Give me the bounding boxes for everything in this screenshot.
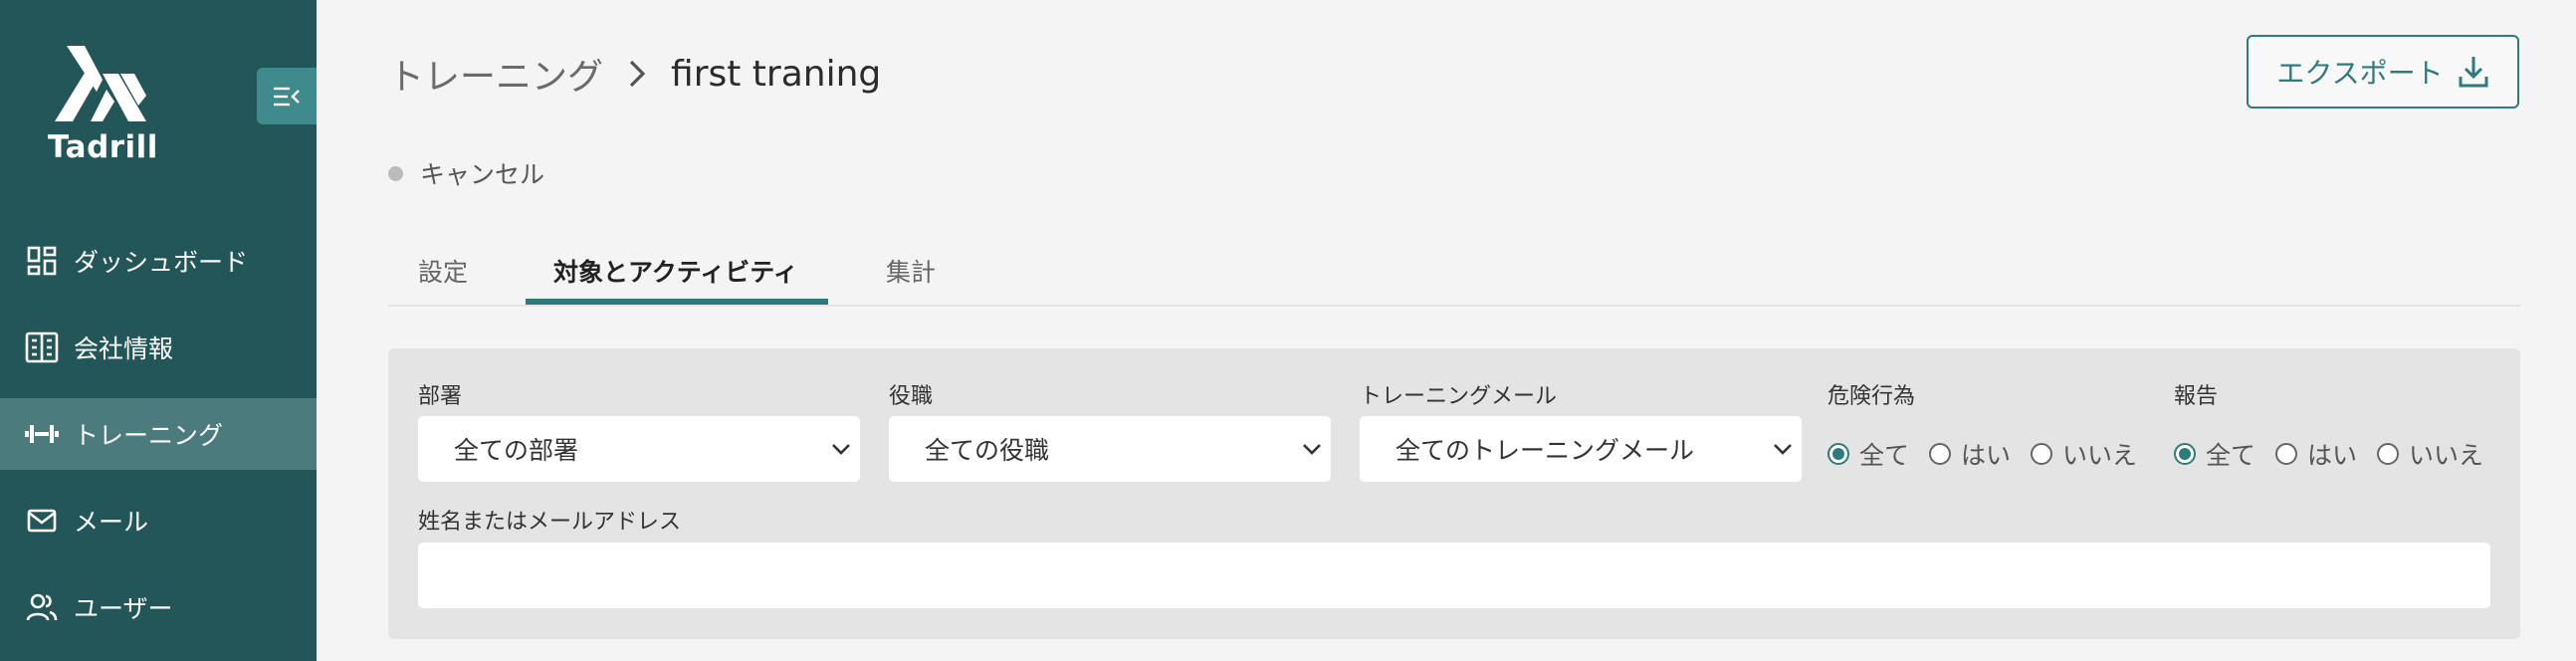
chevron-down-icon — [830, 436, 852, 468]
report-option-all[interactable]: 全て — [2174, 436, 2255, 472]
active-tab-indicator — [526, 299, 828, 305]
report-radio-group: 全て はい いいえ — [2174, 436, 2503, 472]
radio-checked-icon — [1827, 443, 1849, 465]
sidebar: Tadrill ダッシュボード 会社情報 トレーニング メール ユーザー — [0, 0, 317, 661]
sidebar-item-label: トレーニング — [74, 421, 224, 450]
mail-icon — [24, 503, 60, 539]
training-mail-select[interactable]: 全てのトレーニングメール — [1360, 416, 1802, 482]
radio-label: はい — [2307, 441, 2358, 470]
sidebar-collapse-button[interactable] — [257, 68, 317, 124]
dashboard-icon — [24, 243, 60, 279]
download-icon — [2459, 57, 2488, 88]
chevron-down-icon — [1772, 436, 1794, 468]
department-select[interactable]: 全ての部署 — [418, 416, 860, 482]
sidebar-item-training[interactable]: トレーニング — [0, 398, 317, 470]
sidebar-nav: ダッシュボード 会社情報 トレーニング メール ユーザー — [0, 225, 317, 658]
chevron-down-icon — [1301, 436, 1323, 468]
tab-bar: 設定 対象とアクティビティ 集計 — [388, 239, 2520, 307]
sidebar-item-label: ダッシュボード — [74, 248, 249, 277]
radio-unchecked-icon — [2031, 443, 2053, 465]
report-option-no[interactable]: いいえ — [2377, 436, 2483, 472]
tadrill-logo-icon — [55, 46, 146, 121]
risky-action-label: 危険行為 — [1827, 384, 1916, 409]
training-mail-select-value: 全てのトレーニングメール — [1395, 436, 1695, 465]
logo-text: Tadrill — [48, 129, 158, 165]
risky-action-option-all[interactable]: 全て — [1827, 436, 1909, 472]
training-mail-label: トレーニングメール — [1360, 384, 1558, 409]
dumbbell-icon — [24, 416, 60, 452]
position-select-value: 全ての役職 — [925, 436, 1050, 465]
position-label: 役職 — [889, 384, 934, 409]
radio-label: 全て — [1859, 441, 1910, 470]
breadcrumb: トレーニング first traning — [388, 48, 881, 100]
radio-label: 全て — [2206, 441, 2256, 470]
sidebar-item-company[interactable]: 会社情報 — [0, 312, 317, 383]
sidebar-item-label: メール — [74, 508, 149, 537]
radio-label: いいえ — [2062, 441, 2138, 470]
chevron-right-icon — [627, 58, 647, 90]
main-content: トレーニング first traning エクスポート キャンセル 設定 対象と… — [317, 0, 2576, 661]
report-label: 報告 — [2174, 384, 2219, 409]
export-button[interactable]: エクスポート — [2247, 35, 2519, 109]
tab-targets-activity[interactable]: 対象とアクティビティ — [553, 253, 798, 289]
tab-settings[interactable]: 設定 — [418, 253, 468, 289]
radio-label: いいえ — [2409, 441, 2484, 470]
department-select-value: 全ての部署 — [454, 436, 579, 465]
export-button-label: エクスポート — [2276, 57, 2444, 90]
building-icon — [24, 330, 60, 365]
breadcrumb-parent-link[interactable]: トレーニング — [388, 48, 603, 100]
risky-action-radio-group: 全て はい いいえ — [1827, 436, 2157, 472]
name-email-input[interactable] — [418, 543, 2490, 608]
radio-unchecked-icon — [2377, 443, 2400, 465]
report-option-yes[interactable]: はい — [2275, 436, 2357, 472]
collapse-menu-icon — [274, 87, 300, 106]
sidebar-item-dashboard[interactable]: ダッシュボード — [0, 225, 317, 297]
sidebar-item-label: ユーザー — [74, 594, 173, 623]
radio-unchecked-icon — [2275, 443, 2298, 465]
risky-action-option-yes[interactable]: はい — [1929, 436, 2011, 472]
sidebar-item-users[interactable]: ユーザー — [0, 571, 317, 643]
risky-action-option-no[interactable]: いいえ — [2031, 436, 2137, 472]
radio-label: はい — [1961, 441, 2012, 470]
position-select[interactable]: 全ての役職 — [889, 416, 1331, 482]
logo[interactable]: Tadrill — [48, 44, 157, 165]
sidebar-item-label: 会社情報 — [74, 334, 174, 363]
department-label: 部署 — [418, 384, 463, 409]
radio-checked-icon — [2174, 443, 2196, 465]
status-dot — [388, 165, 403, 181]
tab-summary[interactable]: 集計 — [886, 253, 936, 289]
radio-unchecked-icon — [1929, 443, 1952, 465]
sidebar-item-mail[interactable]: メール — [0, 485, 317, 556]
name-email-label: 姓名またはメールアドレス — [418, 510, 682, 535]
status-label: キャンセル — [420, 160, 545, 189]
page-title: first traning — [671, 53, 882, 95]
filter-panel: 部署 全ての部署 役職 全ての役職 トレーニングメール 全てのトレーニングメール… — [388, 348, 2520, 639]
users-icon — [24, 589, 60, 625]
status-badge: キャンセル — [388, 155, 544, 191]
